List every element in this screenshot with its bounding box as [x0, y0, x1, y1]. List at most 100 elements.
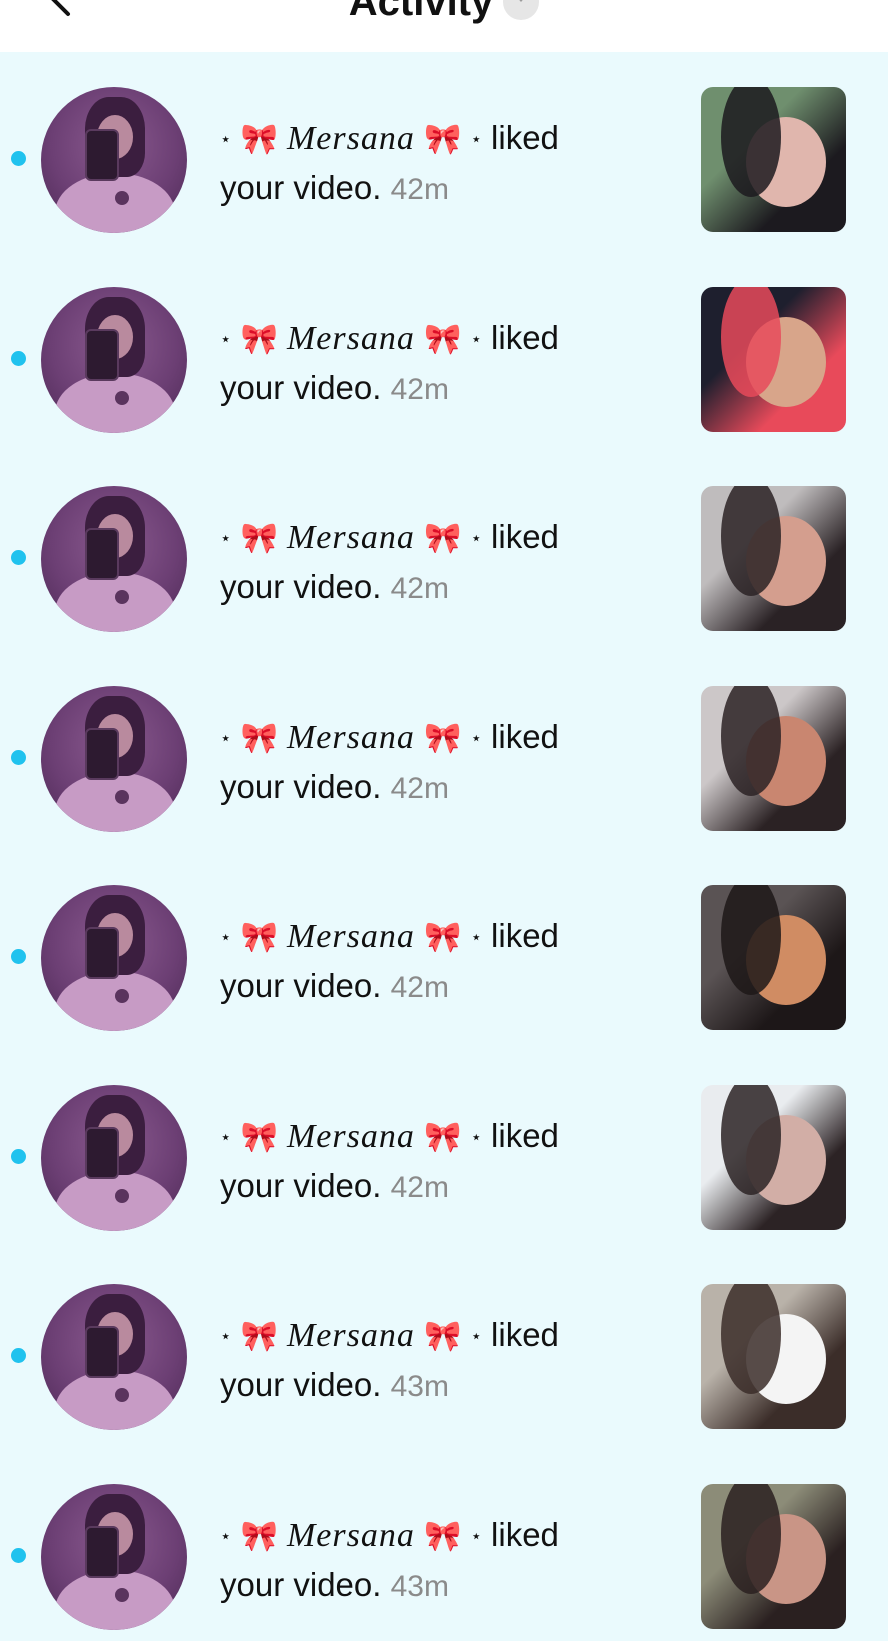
bow-icon: 🎀 [240, 123, 278, 156]
username-link[interactable]: Mersana [287, 320, 415, 357]
notification-text: ⋆ 🎀 Mersana 🎀 ⋆ liked your video. 42m [220, 114, 640, 214]
username-link[interactable]: Mersana [287, 719, 415, 756]
bow-icon: 🎀 [424, 322, 462, 356]
object-text: your video. [220, 568, 382, 605]
notification-row[interactable]: ⋆ 🎀 Mersana 🎀 ⋆ liked your video. 42m [0, 641, 888, 843]
chevron-down-icon[interactable] [503, 0, 540, 20]
avatar[interactable] [41, 87, 187, 233]
bow-icon: 🎀 [240, 1519, 278, 1553]
star-icon: ⋆ [220, 1126, 232, 1147]
avatar[interactable] [41, 1084, 187, 1231]
bow-icon: 🎀 [424, 921, 462, 954]
timestamp: 43m [390, 1569, 449, 1603]
bow-icon: 🎀 [424, 1120, 462, 1154]
object-text: your video. [220, 1565, 382, 1603]
star-icon: ⋆ [220, 129, 232, 149]
title-dropdown[interactable]: Activity [0, 0, 888, 26]
notification-row[interactable]: ⋆ 🎀 Mersana 🎀 ⋆ liked your video. 43m [0, 1439, 888, 1641]
avatar[interactable] [41, 1284, 187, 1430]
action-text: liked [491, 119, 559, 156]
avatar[interactable] [41, 685, 187, 832]
unread-dot [11, 1547, 26, 1563]
object-text: your video. [220, 368, 382, 406]
bow-icon: 🎀 [424, 721, 462, 755]
notification-text: ⋆ 🎀 Mersana 🎀 ⋆ liked your video. 43m [220, 1511, 640, 1611]
star-icon: ⋆ [220, 528, 232, 548]
page-title: Activity [348, 0, 494, 24]
username-link[interactable]: Mersana [287, 120, 415, 157]
video-thumbnail[interactable] [701, 87, 846, 232]
notification-row[interactable]: ⋆ 🎀 Mersana 🎀 ⋆ liked your video. 42m [0, 242, 888, 444]
object-text: your video. [220, 967, 382, 1004]
video-thumbnail[interactable] [701, 486, 846, 631]
video-thumbnail[interactable] [701, 1284, 846, 1429]
bow-icon: 🎀 [424, 1519, 462, 1553]
unread-dot [11, 151, 26, 166]
video-thumbnail[interactable] [701, 885, 846, 1030]
star-icon: ⋆ [470, 129, 482, 149]
bow-icon: 🎀 [240, 1120, 278, 1154]
notification-text: ⋆ 🎀 Mersana 🎀 ⋆ liked your video. 43m [220, 1311, 640, 1411]
notification-row[interactable]: ⋆ 🎀 Mersana 🎀 ⋆ liked your video. 43m [0, 1239, 888, 1441]
timestamp: 43m [390, 1370, 449, 1403]
unread-dot [11, 949, 26, 964]
star-icon: ⋆ [220, 1326, 232, 1346]
notification-row[interactable]: ⋆ 🎀 Mersana 🎀 ⋆ liked your video. 42m [0, 840, 888, 1042]
username-link[interactable]: Mersana [287, 519, 415, 556]
object-text: your video. [220, 1166, 382, 1204]
action-text: liked [491, 518, 559, 555]
action-text: liked [491, 1316, 559, 1353]
username-link[interactable]: Mersana [287, 1517, 415, 1554]
bow-icon: 🎀 [240, 322, 278, 356]
star-icon: ⋆ [470, 727, 482, 748]
notification-text: ⋆ 🎀 Mersana 🎀 ⋆ liked your video. 42m [220, 912, 640, 1012]
bow-icon: 🎀 [424, 522, 462, 555]
avatar[interactable] [41, 486, 187, 632]
star-icon: ⋆ [470, 528, 482, 548]
video-thumbnail[interactable] [701, 1084, 846, 1230]
action-text: liked [491, 917, 559, 954]
star-icon: ⋆ [470, 1525, 482, 1546]
timestamp: 42m [390, 173, 449, 206]
timestamp: 42m [390, 971, 449, 1004]
notification-text: ⋆ 🎀 Mersana 🎀 ⋆ liked your video. 42m [220, 1112, 640, 1212]
unread-dot [11, 1148, 26, 1164]
object-text: your video. [220, 767, 382, 805]
action-text: liked [491, 717, 559, 755]
bow-icon: 🎀 [240, 522, 278, 555]
unread-dot [11, 350, 26, 366]
action-text: liked [491, 1116, 559, 1154]
timestamp: 42m [390, 372, 449, 406]
bow-icon: 🎀 [424, 1320, 462, 1353]
notification-row[interactable]: ⋆ 🎀 Mersana 🎀 ⋆ liked your video. 42m [0, 441, 888, 643]
bow-icon: 🎀 [424, 123, 462, 156]
notification-text: ⋆ 🎀 Mersana 🎀 ⋆ liked your video. 42m [220, 513, 640, 613]
username-link[interactable]: Mersana [287, 1317, 415, 1354]
object-text: your video. [220, 169, 382, 206]
video-thumbnail[interactable] [701, 1483, 846, 1629]
action-text: liked [491, 318, 559, 356]
timestamp: 42m [390, 572, 449, 605]
star-icon: ⋆ [470, 1126, 482, 1147]
avatar[interactable] [41, 885, 187, 1031]
unread-dot [11, 550, 26, 565]
unread-dot [11, 1348, 26, 1363]
timestamp: 42m [390, 1170, 449, 1204]
avatar[interactable] [41, 286, 187, 433]
video-thumbnail[interactable] [701, 685, 846, 831]
object-text: your video. [220, 1366, 382, 1403]
username-link[interactable]: Mersana [287, 1118, 415, 1155]
notification-text: ⋆ 🎀 Mersana 🎀 ⋆ liked your video. 42m [220, 713, 640, 813]
username-link[interactable]: Mersana [287, 918, 415, 955]
notification-row[interactable]: ⋆ 🎀 Mersana 🎀 ⋆ liked your video. 42m [0, 42, 888, 244]
notification-row[interactable]: ⋆ 🎀 Mersana 🎀 ⋆ liked your video. 42m [0, 1040, 888, 1242]
avatar[interactable] [41, 1483, 187, 1630]
star-icon: ⋆ [220, 1525, 232, 1546]
video-thumbnail[interactable] [701, 286, 846, 432]
star-icon: ⋆ [470, 927, 482, 947]
notification-text: ⋆ 🎀 Mersana 🎀 ⋆ liked your video. 42m [220, 314, 640, 414]
star-icon: ⋆ [220, 927, 232, 947]
star-icon: ⋆ [220, 328, 232, 349]
bow-icon: 🎀 [240, 721, 278, 755]
bow-icon: 🎀 [240, 921, 278, 954]
